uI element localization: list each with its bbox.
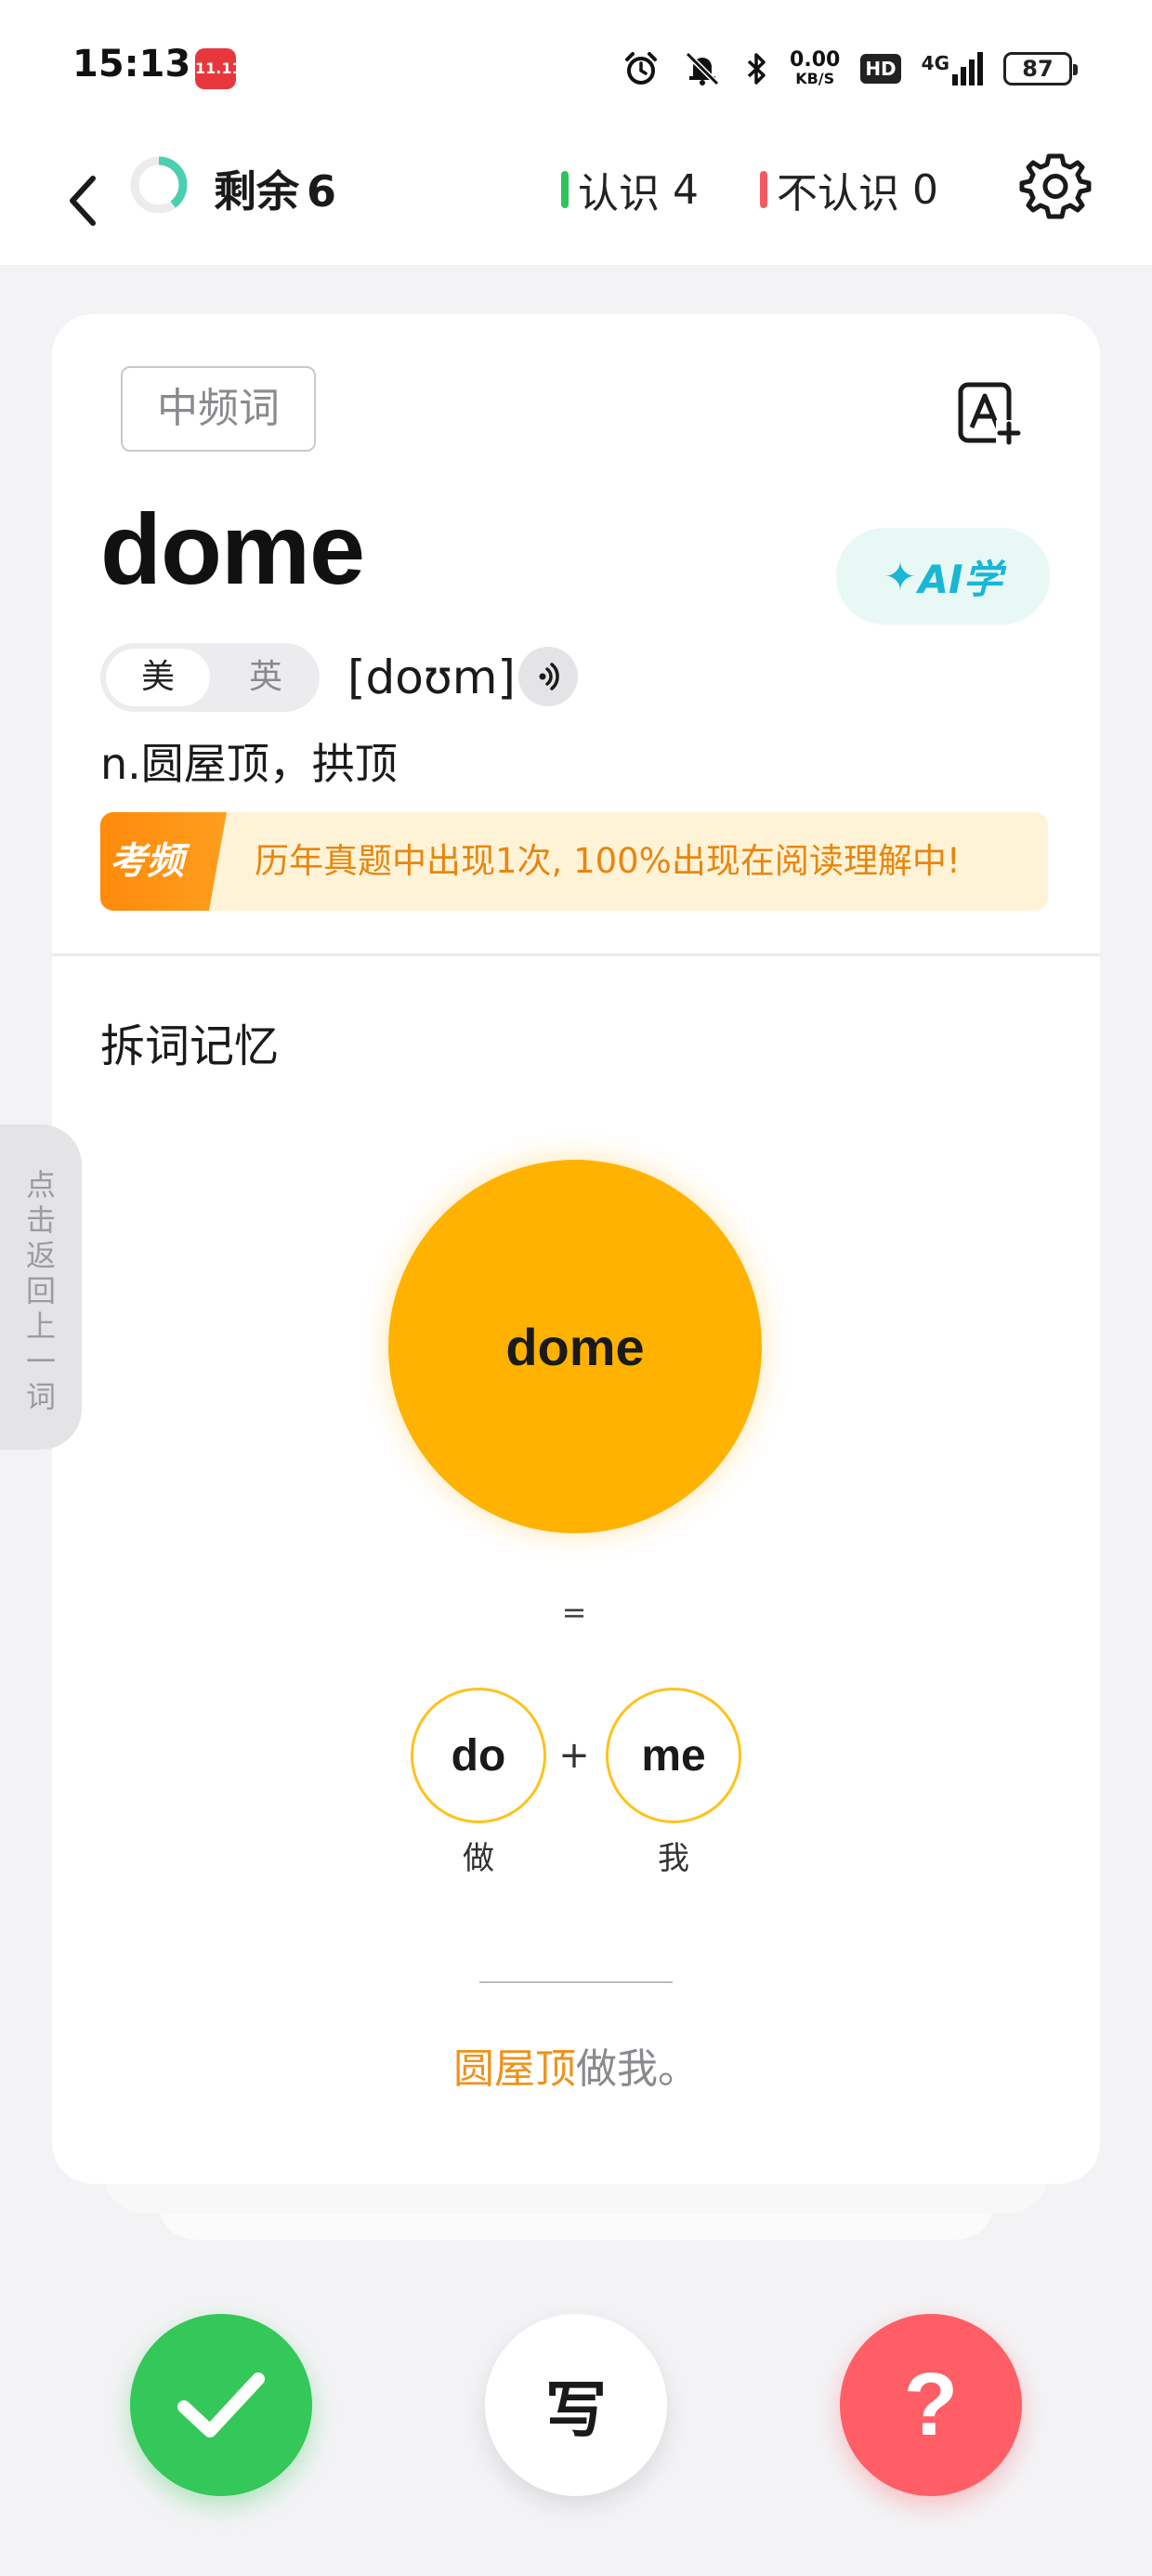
study-header: 剩余 6 认识 4 不认识 0 [0,139,1152,265]
previous-word-label: 点击返回上一词 [25,1167,56,1414]
write-label: 写 [545,2374,607,2446]
exam-frequency-banner: 考频 历年真题中出现1次, 100%出现在阅读理解中! [100,812,1048,911]
progress-ring-icon [130,156,188,214]
settings-button[interactable] [1018,149,1093,223]
mute-icon [685,51,720,86]
mnemonic-divider [479,1981,673,1983]
mnemonic-sentence: 圆屋顶做我。 [52,2035,1100,2095]
add-to-notebook-button[interactable] [955,379,1022,446]
bluetooth-icon [747,53,766,85]
write-practice-button[interactable]: 写 [485,2314,667,2496]
chevron-left-icon [70,176,96,226]
equals-sign: = [561,1595,587,1630]
whole-word: dome [505,1317,645,1376]
dont-know-button[interactable]: ? [840,2314,1022,2496]
plus-sign: + [558,1734,590,1777]
network-speed-unit: KB/S [795,70,835,87]
speaker-wave-icon [539,663,559,690]
gear-icon [1019,153,1092,219]
word-part-meaning: 我 [658,1840,689,1877]
ai-learn-label: AI学 [918,556,1002,602]
remaining-count: 剩余 6 [214,158,336,219]
known-indicator [561,171,569,208]
word-part-meaning: 做 [463,1840,494,1877]
mnemonic-rest: 做我。 [576,2045,699,2093]
divider [52,953,1100,956]
known-label: 认识 [578,170,660,217]
known-count: 认识 4 [561,160,699,219]
word-part-circle: me [606,1688,741,1823]
network-speed-value: 0.00 [790,48,841,72]
unknown-indicator [760,171,767,208]
frequency-tag: 中频词 [121,366,316,452]
definition: n.圆屋顶，拱顶 [100,739,398,789]
unknown-number: 0 [912,165,938,214]
shopping-app-icon: 11.11 [195,48,242,89]
status-bar: 15:13 11.11 0.00 KB/S HD 4G 87 [0,0,1152,139]
whole-word-circle: dome [388,1160,762,1533]
battery-indicator: 87 [1003,52,1078,85]
word-part-circle: do [411,1688,546,1823]
phonetic: [doʊm] [347,651,516,704]
accent-toggle[interactable]: 美 英 [100,643,320,712]
unknown-label: 不认识 [777,170,899,217]
checkmark-icon [177,2372,265,2438]
mnemonic-highlight: 圆屋顶 [453,2045,576,2093]
previous-word-tab[interactable]: 点击返回上一词 [0,1124,82,1450]
know-button[interactable] [130,2314,312,2496]
accent-uk-option[interactable]: 英 [219,649,312,706]
section-title-decomposition: 拆词记忆 [100,1020,280,1072]
add-word-icon [958,382,1022,446]
hd-badge: HD [860,54,901,84]
status-icons: 0.00 KB/S HD 4G 87 [622,43,1078,95]
network-type: 4G [921,52,949,74]
exam-frequency-text: 历年真题中出现1次, 100%出现在阅读理解中! [255,841,961,881]
word-part-text: me [641,1730,706,1781]
word-card: 中频词 dome ✦ AI学 美 英 [doʊm] n.圆屋顶，拱顶 考频 历年… [52,314,1100,2184]
known-number: 4 [673,165,699,214]
alarm-icon [625,52,658,85]
word-part-text: do [451,1730,506,1781]
status-time: 15:13 [72,43,191,85]
headword: dome [100,493,365,605]
signal-icon: 4G [922,52,983,85]
question-mark-icon: ? [903,2355,959,2454]
unknown-count: 不认识 0 [760,160,938,219]
ai-learn-button[interactable]: ✦ AI学 [836,528,1050,624]
accent-us-option[interactable]: 美 [106,649,210,706]
remaining-label: 剩余 [214,166,299,217]
back-button[interactable] [54,165,110,236]
exam-frequency-label: 考频 [100,812,227,911]
sparkle-icon: ✦ [884,553,917,599]
play-pronunciation-button[interactable] [518,647,578,706]
remaining-number: 6 [307,166,337,217]
network-speed: 0.00 KB/S [790,50,840,87]
